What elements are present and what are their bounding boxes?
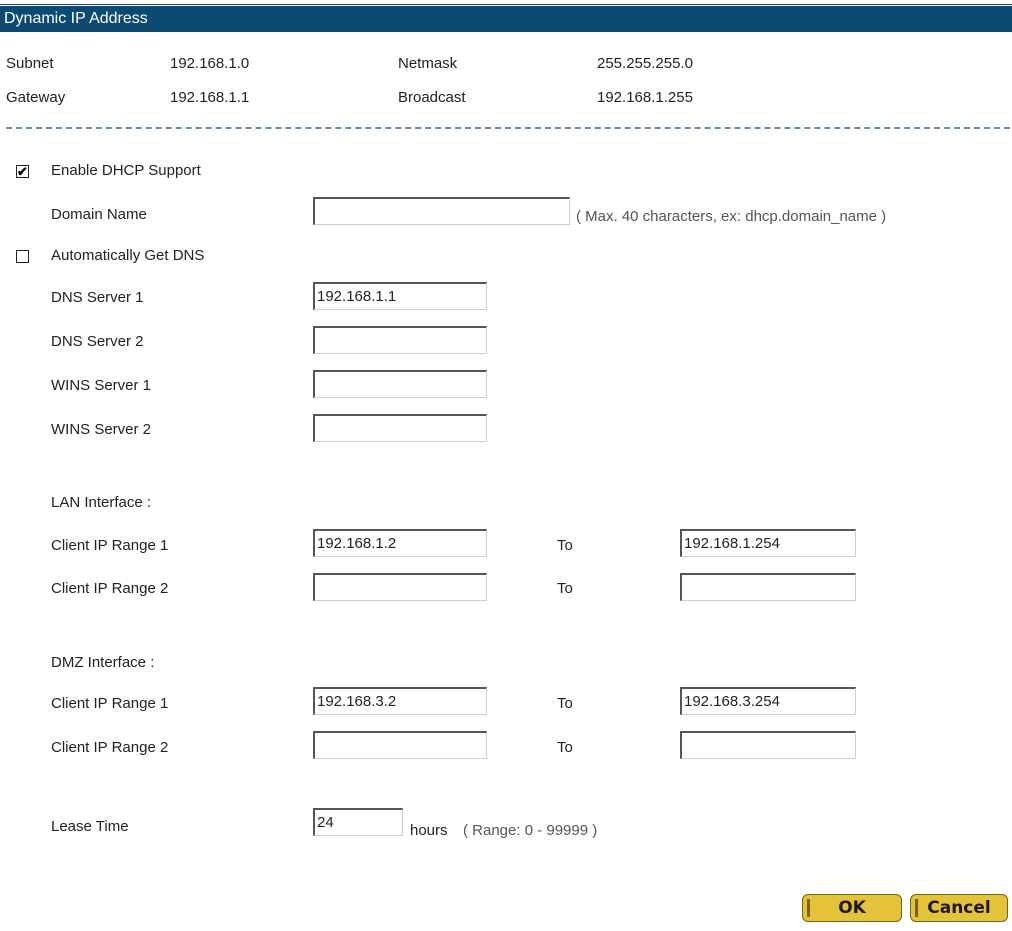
subnet-value: 192.168.1.0 (170, 55, 250, 72)
ok-button[interactable]: OK (802, 894, 902, 922)
dmz-range2-from-input[interactable] (313, 731, 487, 759)
dns1-label: DNS Server 1 (51, 289, 144, 306)
domain-name-hint: ( Max. 40 characters, ex: dhcp.domain_na… (576, 208, 887, 225)
enable-dhcp-checkbox[interactable]: ✔ (16, 165, 29, 178)
cancel-button-label: Cancel (927, 898, 991, 918)
lan-range2-to-input[interactable] (680, 573, 856, 601)
domain-name-label: Domain Name (51, 206, 147, 223)
lease-time-unit: hours (410, 822, 448, 839)
gateway-value: 192.168.1.1 (170, 89, 250, 106)
lan-range2-label: Client IP Range 2 (51, 580, 169, 597)
gateway-label: Gateway (6, 89, 66, 106)
netmask-value: 255.255.255.0 (597, 55, 693, 72)
button-edge-icon (807, 899, 810, 917)
wins1-label: WINS Server 1 (51, 377, 152, 394)
lan-range1-to-label: To (557, 537, 573, 554)
dmz-range2-to-label: To (557, 739, 573, 756)
lan-range2-from-input[interactable] (313, 573, 487, 601)
lan-range1-from-input[interactable] (313, 529, 487, 557)
wins1-input[interactable] (313, 370, 487, 398)
lease-time-hint: ( Range: 0 - 99999 ) (463, 822, 598, 839)
lease-time-label: Lease Time (51, 818, 129, 835)
lan-interface-title: LAN Interface : (51, 494, 152, 511)
enable-dhcp-label: Enable DHCP Support (51, 162, 201, 179)
lan-range1-label: Client IP Range 1 (51, 537, 169, 554)
auto-dns-checkbox[interactable] (16, 250, 29, 263)
dns1-input[interactable] (313, 282, 487, 310)
lan-range1-to-input[interactable] (680, 529, 856, 557)
cancel-button[interactable]: Cancel (910, 894, 1008, 922)
dmz-range2-to-input[interactable] (680, 731, 856, 759)
lease-time-input[interactable] (313, 808, 403, 836)
dmz-range1-to-input[interactable] (680, 687, 856, 715)
dmz-range1-to-label: To (557, 695, 573, 712)
broadcast-label: Broadcast (398, 89, 466, 106)
ok-button-label: OK (838, 898, 866, 918)
check-mark-icon: ✔ (17, 164, 28, 179)
wins2-label: WINS Server 2 (51, 421, 152, 438)
netmask-label: Netmask (398, 55, 458, 72)
broadcast-value: 192.168.1.255 (597, 89, 693, 106)
lan-range2-to-label: To (557, 580, 573, 597)
dashed-divider (6, 127, 1010, 129)
subnet-label: Subnet (6, 55, 54, 72)
dmz-range1-from-input[interactable] (313, 687, 487, 715)
dmz-range2-label: Client IP Range 2 (51, 739, 169, 756)
auto-dns-label: Automatically Get DNS (51, 247, 205, 264)
dns2-label: DNS Server 2 (51, 333, 144, 350)
section-header: Dynamic IP Address (0, 6, 1012, 32)
dmz-range1-label: Client IP Range 1 (51, 695, 169, 712)
wins2-input[interactable] (313, 414, 487, 442)
dmz-interface-title: DMZ Interface : (51, 654, 155, 671)
header-top-rule (0, 4, 1012, 5)
domain-name-input[interactable] (313, 197, 570, 225)
dns2-input[interactable] (313, 326, 487, 354)
button-edge-icon (915, 899, 918, 917)
